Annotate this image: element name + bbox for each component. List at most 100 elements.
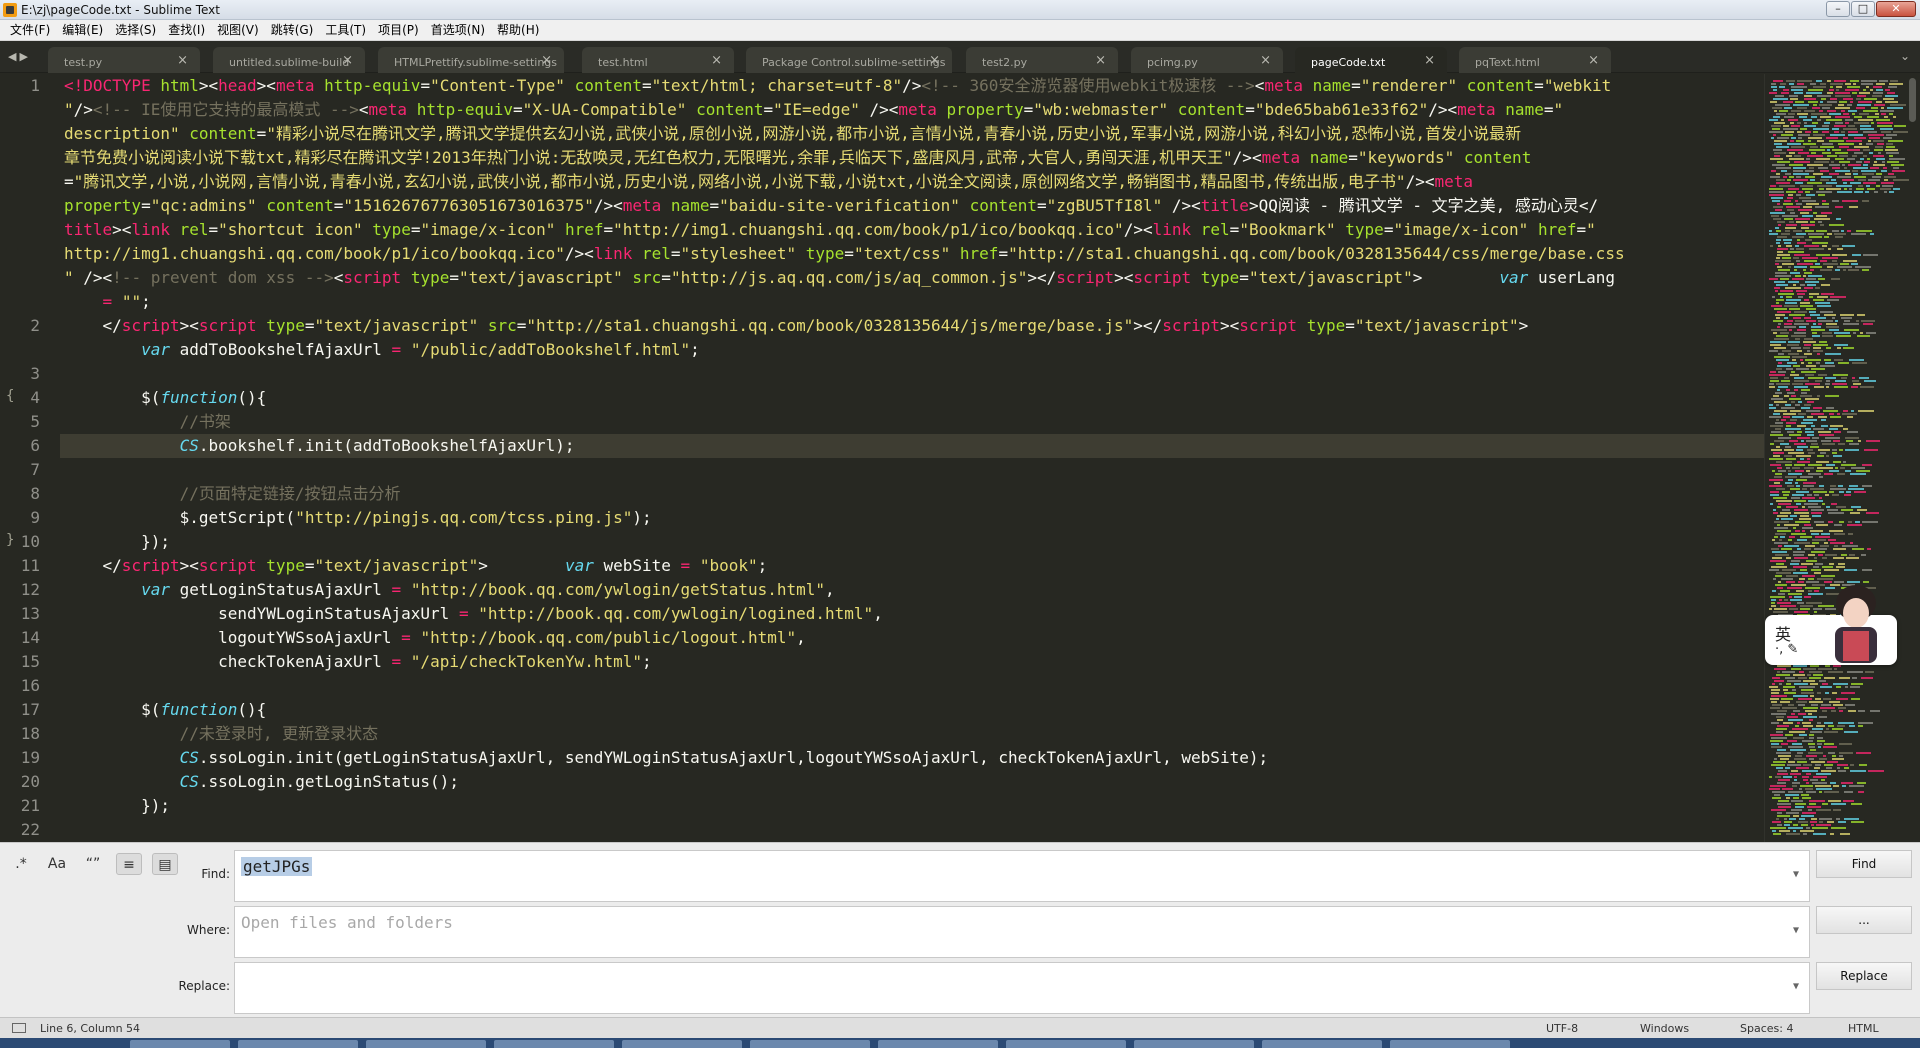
code-line[interactable]: " /><!-- prevent dom xss --><script type…: [64, 266, 1615, 290]
fold-close-icon[interactable]: }: [6, 532, 14, 548]
code-line[interactable]: var getLoginStatusAjaxUrl = "http://book…: [64, 578, 835, 602]
find-button[interactable]: Find: [1816, 850, 1912, 878]
menu-project[interactable]: 项目(P): [372, 20, 425, 40]
tab-close-icon[interactable]: ×: [1095, 53, 1106, 68]
regex-toggle-icon[interactable]: .*: [8, 853, 34, 875]
fold-open-icon[interactable]: {: [6, 388, 14, 404]
case-sensitive-toggle-icon[interactable]: Aa: [44, 853, 70, 875]
encoding-indicator[interactable]: UTF-8: [1546, 1022, 1578, 1035]
code-line[interactable]: checkTokenAjaxUrl = "/api/checkTokenYw.h…: [64, 650, 652, 674]
tab-close-icon[interactable]: ×: [1424, 53, 1435, 68]
menu-edit[interactable]: 编辑(E): [56, 20, 109, 40]
code-line[interactable]: http://img1.chuangshi.qq.com/book/p1/ico…: [64, 242, 1625, 266]
tab-nav-arrows-icon[interactable]: ◀▶: [8, 50, 31, 63]
syntax-indicator[interactable]: HTML: [1848, 1022, 1879, 1035]
tab-close-icon[interactable]: ×: [929, 53, 940, 68]
code-line[interactable]: CS.ssoLogin.getLoginStatus();: [64, 770, 459, 794]
menu-tools[interactable]: 工具(T): [319, 20, 372, 40]
taskbar-button[interactable]: [750, 1040, 870, 1048]
tab-close-icon[interactable]: ×: [711, 53, 722, 68]
maximize-button[interactable]: □: [1851, 1, 1875, 17]
code-line[interactable]: //页面特定链接/按钮点击分析: [64, 482, 401, 506]
code-line[interactable]: });: [64, 794, 170, 818]
code-line[interactable]: = "";: [64, 290, 151, 314]
code-line[interactable]: 章节免费小说阅读小说下载txt,精彩尽在腾讯文学!2013年热门小说:无敌唤灵,…: [64, 146, 1531, 170]
tab-htmlprettify-settings[interactable]: HTMLPrettify.sublime-settings ×: [378, 47, 564, 73]
code-line[interactable]: CS.bookshelf.init(addToBookshelfAjaxUrl)…: [64, 434, 575, 458]
code-line[interactable]: </script><script type="text/javascript" …: [64, 314, 1529, 338]
taskbar-button[interactable]: [238, 1040, 358, 1048]
tab-pqtext-html[interactable]: pqText.html ×: [1459, 47, 1611, 73]
replace-input[interactable]: ▼: [234, 962, 1810, 1014]
line-endings-indicator[interactable]: Windows: [1640, 1022, 1689, 1035]
close-button[interactable]: ✕: [1876, 1, 1916, 17]
tab-pagecode-txt[interactable]: pageCode.txt ×: [1295, 47, 1447, 73]
taskbar-button[interactable]: [1262, 1040, 1382, 1048]
tab-test2-py[interactable]: test2.py ×: [966, 47, 1118, 73]
tab-bar: ◀▶ test.py × untitled.sublime-build × HTML…: [0, 41, 1920, 73]
menu-preferences[interactable]: 首选项(N): [425, 20, 491, 40]
where-history-dropdown-icon[interactable]: ▼: [1793, 925, 1799, 936]
minimap-line: [1781, 92, 1789, 94]
minimap[interactable]: [1764, 74, 1920, 842]
replace-button[interactable]: Replace: [1816, 962, 1912, 990]
ime-widget[interactable]: 英 ·, ✎: [1765, 585, 1897, 665]
tab-close-icon[interactable]: ×: [177, 53, 188, 68]
whole-word-toggle-icon[interactable]: “”: [80, 853, 106, 875]
tab-package-control-settings[interactable]: Package Control.sublime-settings ×: [746, 47, 952, 73]
panel-toggle-icon[interactable]: [12, 1023, 26, 1033]
show-context-toggle-icon[interactable]: ≡: [116, 853, 142, 875]
code-line[interactable]: title><link rel="shortcut icon" type="im…: [64, 218, 1596, 242]
tab-close-icon[interactable]: ×: [1588, 53, 1599, 68]
code-line[interactable]: "/><!-- IE使用它支持的最高模式 --><meta http-equiv…: [64, 98, 1563, 122]
tab-test-py[interactable]: test.py ×: [48, 47, 200, 73]
code-line[interactable]: </script><script type="text/javascript">…: [64, 554, 768, 578]
tab-close-icon[interactable]: ×: [541, 53, 552, 68]
taskbar-button[interactable]: [1134, 1040, 1254, 1048]
menu-selection[interactable]: 选择(S): [109, 20, 162, 40]
indentation-indicator[interactable]: Spaces: 4: [1740, 1022, 1793, 1035]
minimap-line: [1791, 395, 1796, 397]
code-line[interactable]: description" content="精彩小说尽在腾讯文学,腾讯文学提供玄…: [64, 122, 1521, 146]
code-line[interactable]: var addToBookshelfAjaxUrl = "/public/add…: [64, 338, 700, 362]
where-browse-button[interactable]: ...: [1816, 906, 1912, 934]
tab-close-icon[interactable]: ×: [342, 53, 353, 68]
find-history-dropdown-icon[interactable]: ▼: [1793, 869, 1799, 880]
code-line[interactable]: //未登录时, 更新登录状态: [64, 722, 379, 746]
tab-untitled-sublime-build[interactable]: untitled.sublime-build ×: [213, 47, 365, 73]
code-line[interactable]: CS.ssoLogin.init(getLoginStatusAjaxUrl, …: [64, 746, 1269, 770]
code-line[interactable]: ="腾讯文学,小说,小说网,言情小说,青春小说,玄幻小说,武侠小说,都市小说,历…: [64, 170, 1473, 194]
menu-goto[interactable]: 跳转(G): [265, 20, 320, 40]
code-line[interactable]: $(function(){: [64, 698, 266, 722]
code-line[interactable]: logoutYWSsoAjaxUrl = "http://book.qq.com…: [64, 626, 806, 650]
taskbar-button[interactable]: [1390, 1040, 1510, 1048]
replace-history-dropdown-icon[interactable]: ▼: [1793, 981, 1799, 992]
menu-help[interactable]: 帮助(H): [491, 20, 545, 40]
taskbar-button[interactable]: [366, 1040, 486, 1048]
tab-pcimg-py[interactable]: pcimg.py ×: [1131, 47, 1283, 73]
code-line[interactable]: <!DOCTYPE html><head><meta http-equiv="C…: [64, 74, 1611, 98]
taskbar-button[interactable]: [130, 1040, 230, 1048]
vertical-scrollbar[interactable]: [1909, 78, 1916, 122]
code-line[interactable]: sendYWLoginStatusAjaxUrl = "http://book.…: [64, 602, 883, 626]
tab-test-html[interactable]: test.html ×: [582, 47, 734, 73]
menu-view[interactable]: 视图(V): [211, 20, 265, 40]
tab-overflow-chevron-icon[interactable]: ⌄: [1900, 49, 1910, 63]
minimize-button[interactable]: –: [1826, 1, 1850, 17]
code-line[interactable]: property="qc:admins" content="1516267677…: [64, 194, 1598, 218]
tab-close-icon[interactable]: ×: [1260, 53, 1271, 68]
taskbar-button[interactable]: [494, 1040, 614, 1048]
find-input[interactable]: getJPGs ▼: [234, 850, 1810, 902]
menu-find[interactable]: 查找(I): [162, 20, 211, 40]
where-input[interactable]: Open files and folders ▼: [234, 906, 1810, 958]
code-line[interactable]: });: [64, 530, 170, 554]
taskbar-button[interactable]: [878, 1040, 998, 1048]
minimap-line: [1771, 692, 1779, 694]
taskbar-button[interactable]: [1006, 1040, 1126, 1048]
taskbar-button[interactable]: [622, 1040, 742, 1048]
code-line[interactable]: //书架: [64, 410, 231, 434]
editor-area[interactable]: 1 2 3 4 5 6 7 8 9 10 11 12 13 14 15 16 1…: [0, 74, 1920, 842]
menu-file[interactable]: 文件(F): [4, 20, 56, 40]
code-line[interactable]: $.getScript("http://pingjs.qq.com/tcss.p…: [64, 506, 652, 530]
code-line[interactable]: $(function(){: [64, 386, 266, 410]
